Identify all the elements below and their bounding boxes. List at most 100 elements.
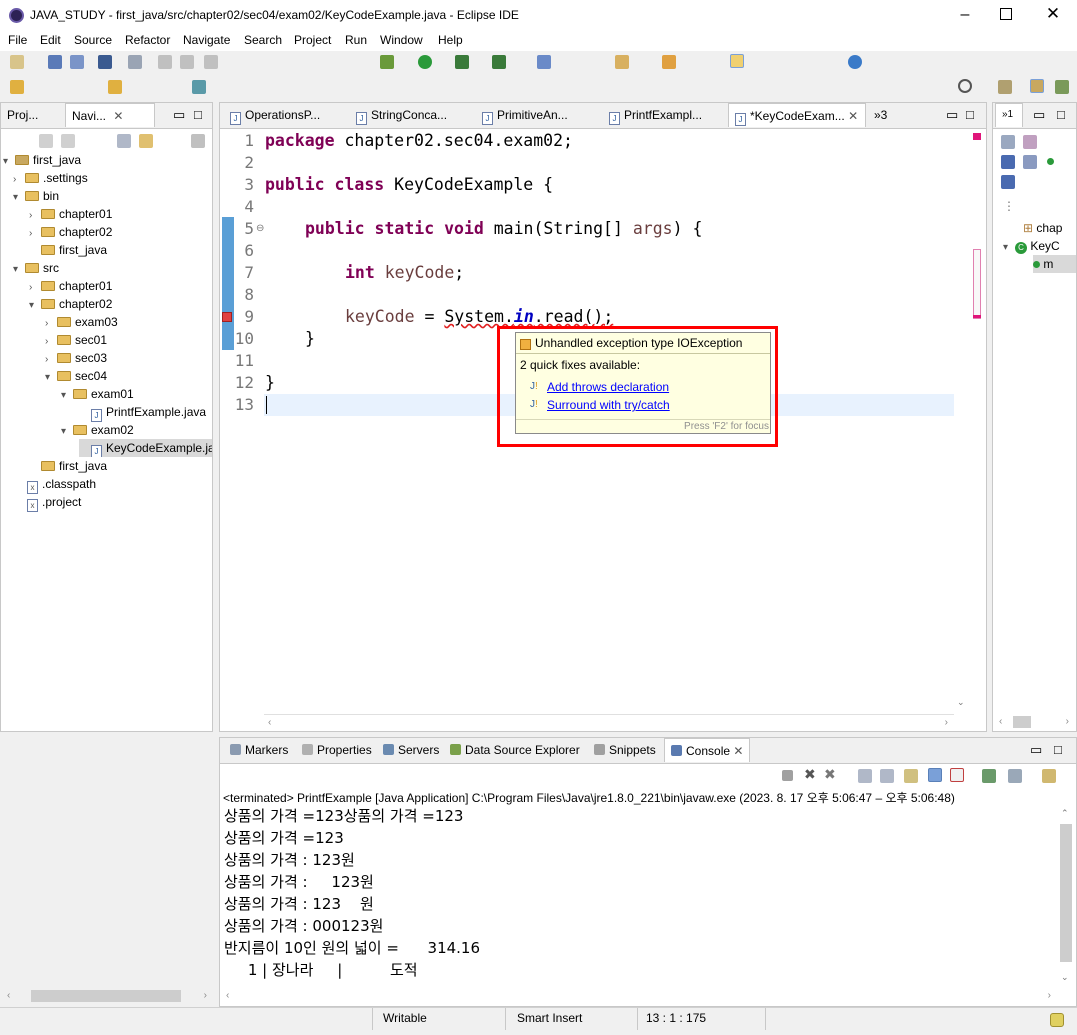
- menu-file[interactable]: File: [8, 33, 27, 47]
- scrollbar-thumb[interactable]: [1060, 824, 1072, 962]
- scroll-left-icon[interactable]: ‹: [999, 716, 1002, 727]
- open-console-icon[interactable]: [1042, 769, 1056, 783]
- collapse-all-icon[interactable]: [117, 134, 131, 148]
- java-perspective-icon[interactable]: [1030, 79, 1044, 93]
- tab-overflow[interactable]: »3: [868, 103, 898, 127]
- tree-item[interactable]: › sec03: [45, 349, 107, 367]
- outline-class[interactable]: ▾ C KeyC: [1003, 237, 1060, 255]
- quickfix-surround-try[interactable]: Surround with try/catch: [547, 398, 670, 412]
- menu-source[interactable]: Source: [74, 33, 112, 47]
- navigator-hscroll[interactable]: ‹ ›: [1, 988, 213, 1004]
- scrollbar-thumb[interactable]: [31, 990, 181, 1002]
- coverage-icon[interactable]: [455, 55, 469, 69]
- maximize-editor-icon[interactable]: □: [966, 107, 974, 122]
- minimize-editor-icon[interactable]: ▭: [946, 107, 958, 123]
- tab-navigator[interactable]: Navi... ✕: [65, 103, 155, 127]
- scrollbar-thumb[interactable]: [973, 249, 981, 319]
- notification-icon[interactable]: [1050, 1013, 1064, 1027]
- fold-toggle-icon[interactable]: ⊖: [256, 223, 264, 234]
- scroll-lock-icon[interactable]: [880, 769, 894, 783]
- view-menu-icon[interactable]: [191, 134, 205, 148]
- tree-item[interactable]: x .project: [15, 493, 81, 512]
- menu-search[interactable]: Search: [244, 33, 282, 47]
- tab-keycode[interactable]: J *KeyCodeExam... ✕: [728, 103, 866, 127]
- save-icon[interactable]: [48, 55, 62, 69]
- terminal-icon[interactable]: [98, 55, 112, 69]
- maximize-view-icon[interactable]: □: [194, 107, 202, 122]
- tree-item[interactable]: › exam03: [45, 313, 118, 331]
- tree-item[interactable]: ▾ exam01: [61, 385, 134, 403]
- tab-stringconcat[interactable]: J StringConca...: [350, 103, 474, 127]
- outline-hscroll[interactable]: ‹ ›: [995, 714, 1075, 730]
- tree-item[interactable]: › sec01: [45, 331, 107, 349]
- tree-item[interactable]: first_java: [29, 457, 107, 475]
- horizontal-scrollbar[interactable]: ‹ ›: [264, 714, 954, 730]
- scroll-up-icon[interactable]: ⌃: [1061, 808, 1069, 819]
- tree-item[interactable]: › chapter02: [29, 223, 112, 241]
- code-line-10[interactable]: }: [305, 328, 315, 350]
- menu-edit[interactable]: Edit: [40, 33, 61, 47]
- pin-console-icon[interactable]: [982, 769, 996, 783]
- link-editor-icon[interactable]: [139, 134, 153, 148]
- show-stderr-icon[interactable]: [950, 768, 964, 782]
- menu-help[interactable]: Help: [438, 33, 463, 47]
- hide-local-icon[interactable]: [1001, 175, 1015, 189]
- error-overview-marker[interactable]: [973, 133, 981, 140]
- forward-icon[interactable]: [108, 80, 122, 94]
- display-console-icon[interactable]: [1008, 769, 1022, 783]
- open-type-icon[interactable]: [615, 55, 629, 69]
- close-icon[interactable]: ✕: [848, 109, 858, 123]
- open-perspective-icon[interactable]: [998, 80, 1012, 94]
- menu-window[interactable]: Window: [380, 33, 423, 47]
- remove-launch-icon[interactable]: ✖: [804, 766, 816, 783]
- tree-item[interactable]: ▾ sec04: [45, 367, 107, 385]
- tab-console[interactable]: Console ✕: [664, 738, 750, 762]
- suspend-icon[interactable]: [180, 55, 194, 69]
- close-icon[interactable]: ✕: [113, 109, 123, 123]
- tree-item[interactable]: J PrintfExample.java: [79, 403, 206, 422]
- menu-navigate[interactable]: Navigate: [183, 33, 230, 47]
- terminate-console-icon[interactable]: [782, 770, 793, 781]
- maximize-console-icon[interactable]: □: [1054, 742, 1062, 757]
- view-menu-outline-icon[interactable]: ⋮: [1003, 199, 1015, 213]
- warning-overview-marker[interactable]: [973, 315, 981, 318]
- console-vscroll[interactable]: ⌃ ⌄: [1058, 808, 1074, 988]
- tab-servers[interactable]: Servers: [377, 738, 443, 762]
- sort-icon[interactable]: [1023, 135, 1037, 149]
- toggle-mark-icon[interactable]: [730, 54, 744, 68]
- debug-perspective-icon[interactable]: [1055, 80, 1069, 94]
- resume-icon[interactable]: [158, 55, 172, 69]
- menu-run[interactable]: Run: [345, 33, 367, 47]
- search-toolbar-icon[interactable]: [662, 55, 676, 69]
- tree-item[interactable]: x .classpath: [15, 475, 96, 494]
- globe-icon[interactable]: [848, 55, 862, 69]
- minimize-view-icon[interactable]: ▭: [173, 107, 185, 123]
- search-icon[interactable]: [958, 79, 972, 93]
- outline-method[interactable]: m: [1033, 255, 1076, 273]
- debug-icon[interactable]: [380, 55, 394, 69]
- tree-item[interactable]: ▾ chapter02: [29, 295, 112, 313]
- tree-item[interactable]: › chapter01: [29, 277, 112, 295]
- scroll-down-icon[interactable]: ⌄: [957, 697, 965, 708]
- save-all-icon[interactable]: [70, 55, 84, 69]
- tab-primitive[interactable]: J PrimitiveAn...: [476, 103, 600, 127]
- back-icon[interactable]: [10, 80, 24, 94]
- outline-package[interactable]: ⊞ chap: [1023, 219, 1062, 237]
- error-marker-icon[interactable]: [222, 312, 232, 322]
- maximize-button[interactable]: [1000, 8, 1012, 20]
- hide-fields-icon[interactable]: [1001, 135, 1015, 149]
- scroll-right-icon[interactable]: ›: [945, 717, 948, 728]
- tree-item[interactable]: ▾ src: [13, 259, 59, 277]
- word-wrap-icon[interactable]: [904, 769, 918, 783]
- code-line-9[interactable]: keyCode = System.in.read();: [345, 306, 613, 328]
- scrollbar-thumb[interactable]: [1013, 716, 1031, 728]
- show-stdout-icon[interactable]: [928, 768, 942, 782]
- code-line-1[interactable]: package chapter02.sec04.exam02;: [265, 130, 573, 152]
- skip-breakpoints-icon[interactable]: [128, 55, 142, 69]
- tree-item[interactable]: first_java: [29, 241, 107, 259]
- tab-data-source-explorer[interactable]: Data Source Explorer: [444, 738, 584, 762]
- minimize-console-icon[interactable]: ▭: [1030, 742, 1042, 758]
- code-line-5[interactable]: public static void main(String[] args) {: [305, 218, 702, 240]
- new-icon[interactable]: [10, 55, 24, 69]
- pin-editor-icon[interactable]: [192, 80, 206, 94]
